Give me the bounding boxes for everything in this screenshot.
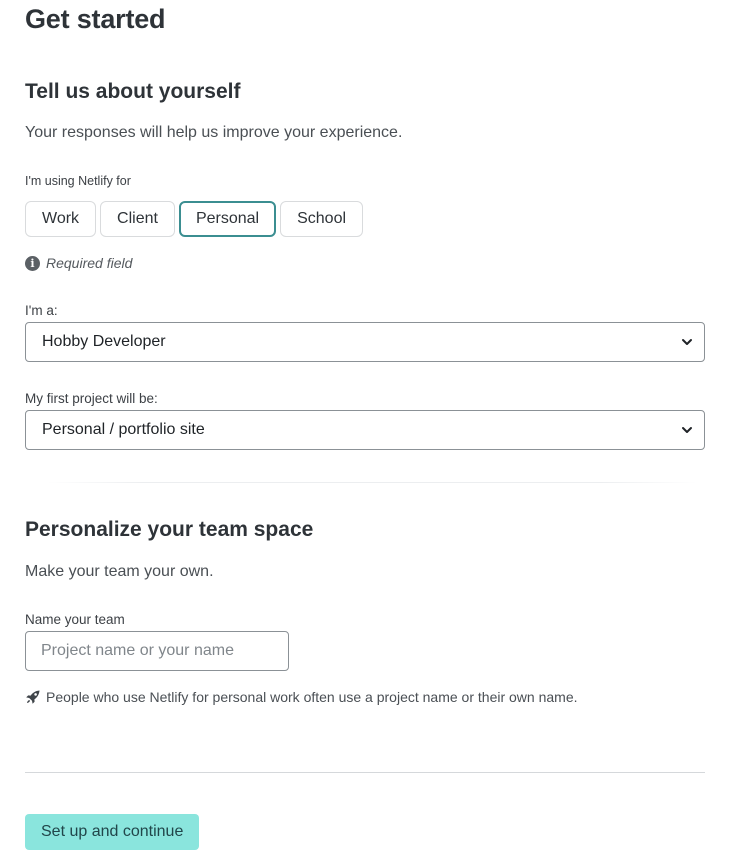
role-label: I'm a:: [25, 303, 58, 318]
footer-divider: [25, 772, 705, 773]
required-field-text: Required field: [46, 255, 133, 271]
setup-continue-button[interactable]: Set up and continue: [25, 814, 200, 850]
project-select[interactable]: Personal / portfolio site: [25, 410, 705, 450]
chevron-down-icon: [682, 339, 692, 345]
usage-option-personal[interactable]: Personal: [178, 201, 277, 237]
usage-options: Work Client Personal School: [25, 201, 364, 237]
team-section-description: Make your team your own.: [25, 563, 214, 580]
info-icon: i: [25, 255, 40, 271]
team-name-hint-text: People who use Netlify for personal work…: [46, 689, 578, 705]
team-name-input[interactable]: [25, 631, 289, 671]
about-section-description: Your responses will help us improve your…: [25, 124, 403, 141]
team-section-title: Personalize your team space: [25, 518, 314, 541]
team-name-hint: People who use Netlify for personal work…: [25, 689, 578, 705]
role-select[interactable]: Hobby Developer: [25, 322, 705, 362]
about-section-title: Tell us about yourself: [25, 80, 241, 103]
chevron-down-icon: [682, 427, 692, 433]
role-select-value: Hobby Developer: [42, 333, 166, 350]
usage-label: I'm using Netlify for: [25, 174, 131, 188]
rocket-icon: [26, 690, 40, 704]
project-select-value: Personal / portfolio site: [42, 421, 205, 438]
usage-option-work[interactable]: Work: [25, 201, 97, 237]
usage-option-school[interactable]: School: [280, 201, 364, 237]
usage-option-client[interactable]: Client: [100, 201, 175, 237]
project-label: My first project will be:: [25, 391, 158, 406]
team-name-label: Name your team: [25, 612, 125, 627]
page-title: Get started: [25, 4, 166, 34]
required-field-note: i Required field: [25, 255, 132, 271]
section-divider: [47, 482, 697, 483]
